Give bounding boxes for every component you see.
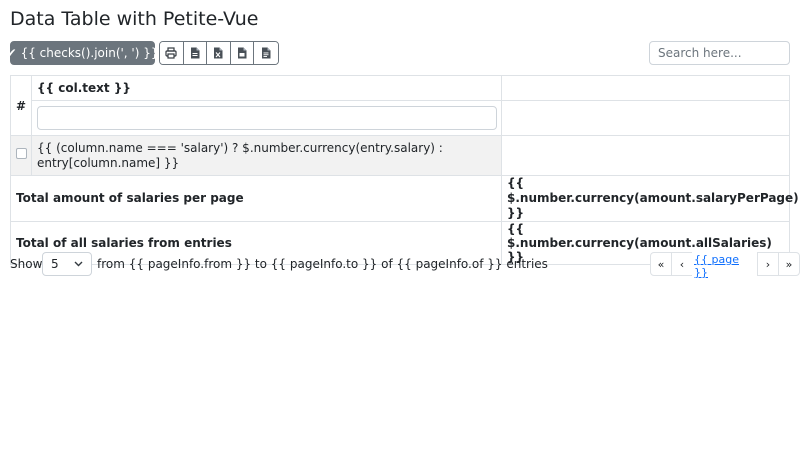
file-icon [238,47,247,59]
current-page-link[interactable]: {{ page }} [692,252,758,279]
printer-icon [165,47,177,59]
checks-button[interactable]: ✔ {{ checks().join(', ') }} [6,41,159,65]
file-excel-icon [214,47,223,59]
next-page-button[interactable]: › [757,252,779,276]
chevron-down-icon [74,261,83,267]
column-header[interactable]: {{ col.text }} [31,75,502,101]
export-button-group [159,41,279,65]
row-checkbox[interactable] [15,148,27,159]
export-text-button[interactable] [254,42,278,64]
file-text-icon [262,47,271,59]
show-label: Show [10,257,43,271]
empty-filter-cell [501,100,790,136]
export-csv-button[interactable] [183,42,208,64]
empty-cell [501,135,790,176]
first-page-button[interactable]: « [650,252,672,276]
checks-label: {{ checks().join(', ') }} [20,46,159,60]
table-cell: {{ (column.name === 'salary') ? $.number… [31,135,502,176]
empty-header-cell [501,75,790,101]
page-size-select[interactable]: 5 [42,252,92,276]
column-filter-input[interactable] [37,106,497,130]
data-table: # {{ col.text }} {{ (column.name === 'sa… [10,75,799,265]
prev-page-button[interactable]: ‹ [671,252,693,276]
column-filter-cell [31,100,502,136]
row-checkbox-cell [10,135,32,176]
entries-info: from {{ pageInfo.from }} to {{ pageInfo.… [97,257,548,271]
print-button[interactable] [160,42,184,64]
pagination: « ‹ {{ page }} › » [650,252,800,279]
page-title: Data Table with Petite-Vue [10,8,259,30]
file-icon [190,47,200,59]
table-row: {{ (column.name === 'salary') ? $.number… [10,135,790,176]
total-value: {{ $.number.currency(amount.salaryPerPag… [501,175,799,222]
export-pdf-button[interactable] [230,42,255,64]
check-icon: ✔ [6,46,17,60]
total-label: Total amount of salaries per page [10,175,502,222]
last-page-button[interactable]: » [778,252,800,276]
search-input[interactable] [649,41,790,65]
page-size-value: 5 [51,257,59,271]
export-excel-button[interactable] [207,42,231,64]
total-row-page: Total amount of salaries per page {{ $.n… [10,175,799,222]
row-number-header: # [10,75,32,136]
